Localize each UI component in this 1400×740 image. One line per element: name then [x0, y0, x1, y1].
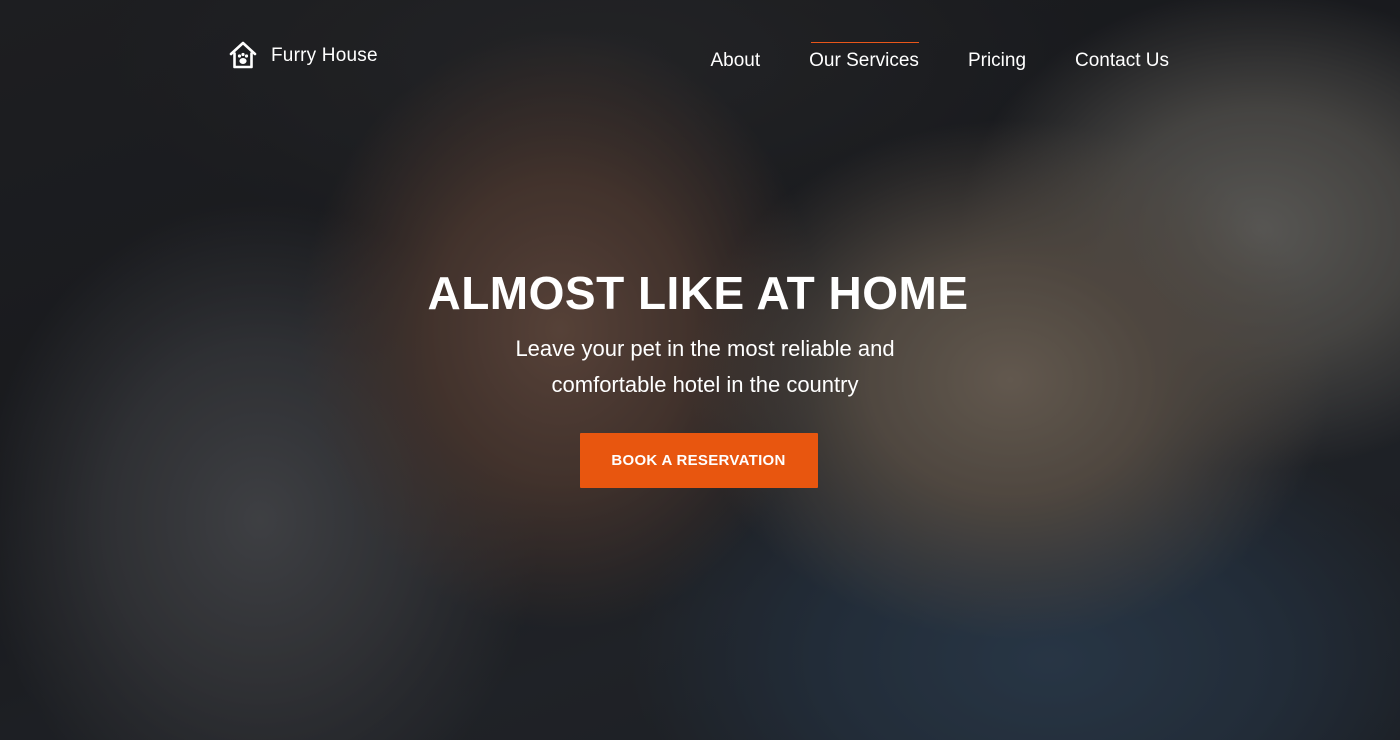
hero-section: Furry House About Our Services Pricing C… — [0, 0, 1400, 740]
logo-text: Furry House — [271, 45, 378, 66]
nav-item-pricing[interactable]: Pricing — [968, 40, 1026, 72]
hero-content: ALMOST LIKE AT HOME Leave your pet in th… — [0, 268, 1400, 488]
book-reservation-button[interactable]: BOOK A RESERVATION — [579, 433, 818, 488]
nav-item-about[interactable]: About — [710, 40, 760, 72]
main-nav: About Our Services Pricing Contact Us — [710, 40, 1169, 72]
nav-item-our-services[interactable]: Our Services — [809, 40, 919, 72]
house-paw-icon — [229, 41, 257, 69]
logo-link[interactable]: Furry House — [229, 40, 378, 70]
hero-subtitle: Leave your pet in the most reliable and … — [515, 336, 895, 397]
nav-item-contact-us[interactable]: Contact Us — [1075, 40, 1169, 72]
hero-title: ALMOST LIKE AT HOME — [427, 267, 969, 319]
